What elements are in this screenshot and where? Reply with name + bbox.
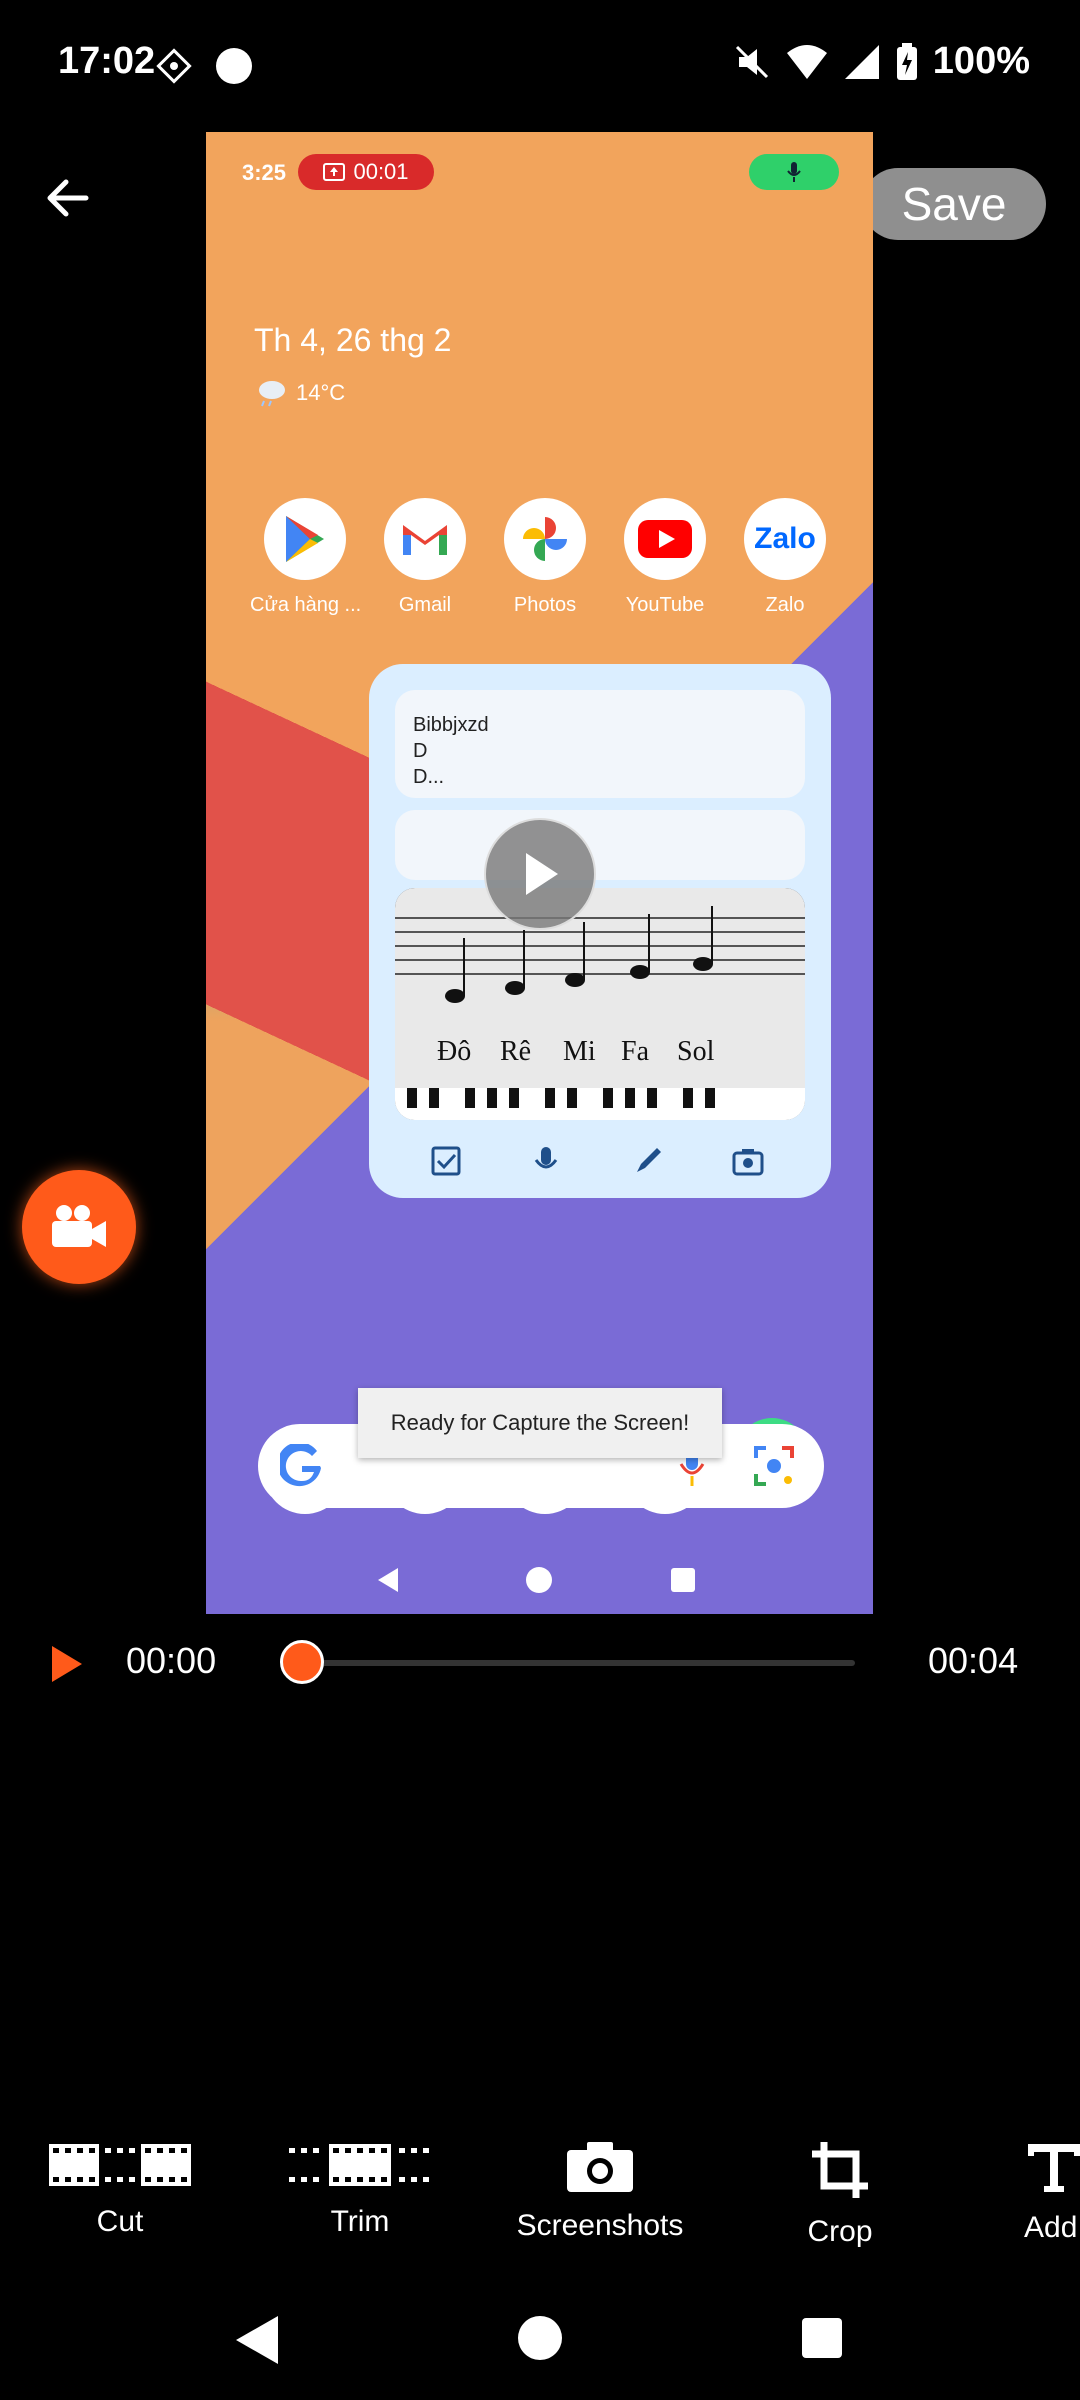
crop-icon bbox=[812, 2142, 868, 2198]
play-button[interactable] bbox=[50, 1644, 84, 1684]
preview-play-button[interactable] bbox=[484, 818, 596, 930]
recording-dot-icon bbox=[216, 48, 252, 84]
brush-icon bbox=[637, 1148, 661, 1172]
app-zalo: Zalo Zalo bbox=[730, 498, 840, 617]
seek-bar[interactable] bbox=[305, 1660, 855, 1666]
preview-date: Th 4, 26 thg 2 bbox=[254, 322, 452, 358]
note-line: D bbox=[413, 740, 428, 762]
film-trim-icon bbox=[289, 2144, 429, 2186]
screen-record-icon bbox=[323, 163, 346, 181]
toast-message: Ready for Capture the Screen! bbox=[358, 1388, 722, 1458]
preview-clock: 3:25 bbox=[242, 160, 287, 185]
nav-home-icon bbox=[526, 1567, 552, 1593]
note-label: Fa bbox=[621, 1036, 650, 1067]
mic-icon bbox=[787, 162, 801, 182]
youtube-icon bbox=[624, 498, 706, 580]
lens-icon bbox=[754, 1446, 794, 1486]
tool-trim[interactable]: Trim bbox=[260, 2140, 460, 2239]
preview-nav-bar bbox=[378, 1567, 695, 1593]
note-label: Đô bbox=[437, 1036, 471, 1067]
system-nav-bar bbox=[236, 2316, 842, 2364]
app-notification-icon bbox=[156, 48, 192, 84]
tool-label: Trim bbox=[330, 2205, 390, 2238]
notes-widget: Bibbjxzd D D... Đô Rê Mi Fa Sol bbox=[369, 664, 831, 1198]
video-preview[interactable]: 3:25 00:01 Th 4, 26 thg 2 14°C Cửa hàng … bbox=[206, 132, 873, 1614]
status-clock: 17:02 bbox=[58, 40, 156, 82]
tool-screenshots[interactable]: Screenshots bbox=[500, 2140, 700, 2243]
note-line: Bibbjxzd bbox=[413, 714, 489, 736]
camera-icon bbox=[567, 2142, 633, 2192]
signal-icon bbox=[844, 44, 879, 79]
cloud-rain-icon bbox=[259, 381, 285, 407]
mute-icon bbox=[735, 45, 768, 78]
tool-label: Crop bbox=[807, 2215, 873, 2248]
checkbox-icon bbox=[431, 1146, 461, 1176]
note-card-empty bbox=[395, 810, 805, 880]
note-label: Sol bbox=[677, 1036, 715, 1067]
tool-label: Screenshots bbox=[516, 2209, 684, 2242]
play-icon bbox=[526, 853, 558, 895]
status-icons: 100% bbox=[733, 40, 1030, 83]
note-image: Đô Rê Mi Fa Sol + bbox=[395, 888, 805, 1120]
preview-recording-time: 00:01 bbox=[353, 159, 409, 184]
tool-label: Add bbox=[1024, 2211, 1078, 2244]
nav-back-icon[interactable] bbox=[236, 2316, 278, 2364]
battery-icon bbox=[896, 42, 917, 80]
photos-icon bbox=[504, 498, 586, 580]
note-label: Mi bbox=[563, 1036, 596, 1067]
app-play-store: Cửa hàng ... bbox=[250, 498, 361, 617]
tool-cut[interactable]: Cut bbox=[20, 2140, 220, 2239]
wifi-icon bbox=[786, 44, 827, 79]
note-line: D... bbox=[413, 766, 445, 788]
film-cut-icon bbox=[49, 2144, 191, 2186]
current-time: 00:00 bbox=[126, 1640, 217, 1681]
total-time: 00:04 bbox=[928, 1640, 1019, 1681]
back-button[interactable] bbox=[40, 170, 96, 226]
save-button[interactable]: Save bbox=[862, 168, 1046, 240]
preview-recording-badge: 00:01 bbox=[298, 154, 434, 190]
seek-thumb[interactable] bbox=[280, 1640, 324, 1684]
note-label: Rê bbox=[500, 1036, 531, 1067]
nav-home-icon[interactable] bbox=[518, 2316, 562, 2360]
floating-record-button[interactable] bbox=[22, 1170, 136, 1284]
play-store-icon bbox=[264, 498, 346, 580]
zalo-icon: Zalo bbox=[744, 498, 826, 580]
tool-add[interactable]: Add bbox=[980, 2140, 1080, 2245]
video-camera-icon bbox=[52, 1205, 106, 1247]
preview-weather: 14°C bbox=[254, 379, 345, 407]
nav-recents-icon[interactable] bbox=[802, 2318, 842, 2358]
text-icon bbox=[1028, 2144, 1080, 2192]
app-youtube: YouTube bbox=[610, 498, 720, 617]
preview-temperature: 14°C bbox=[296, 380, 346, 405]
mic-icon bbox=[534, 1147, 558, 1169]
nav-back-icon bbox=[378, 1568, 398, 1592]
app-gmail: Gmail bbox=[370, 498, 480, 617]
tool-crop[interactable]: Crop bbox=[740, 2140, 940, 2249]
battery-percent: 100% bbox=[932, 40, 1030, 82]
nav-recents-icon bbox=[671, 1568, 695, 1592]
google-logo-icon bbox=[280, 1444, 321, 1487]
app-photos: Photos bbox=[490, 498, 600, 617]
tool-label: Cut bbox=[96, 2205, 144, 2238]
camera-icon bbox=[732, 1149, 764, 1176]
status-bar: 17:02 100% bbox=[0, 0, 1080, 130]
note-card: Bibbjxzd D D... bbox=[395, 690, 805, 798]
preview-mic-badge bbox=[749, 154, 839, 190]
gmail-icon bbox=[384, 498, 466, 580]
